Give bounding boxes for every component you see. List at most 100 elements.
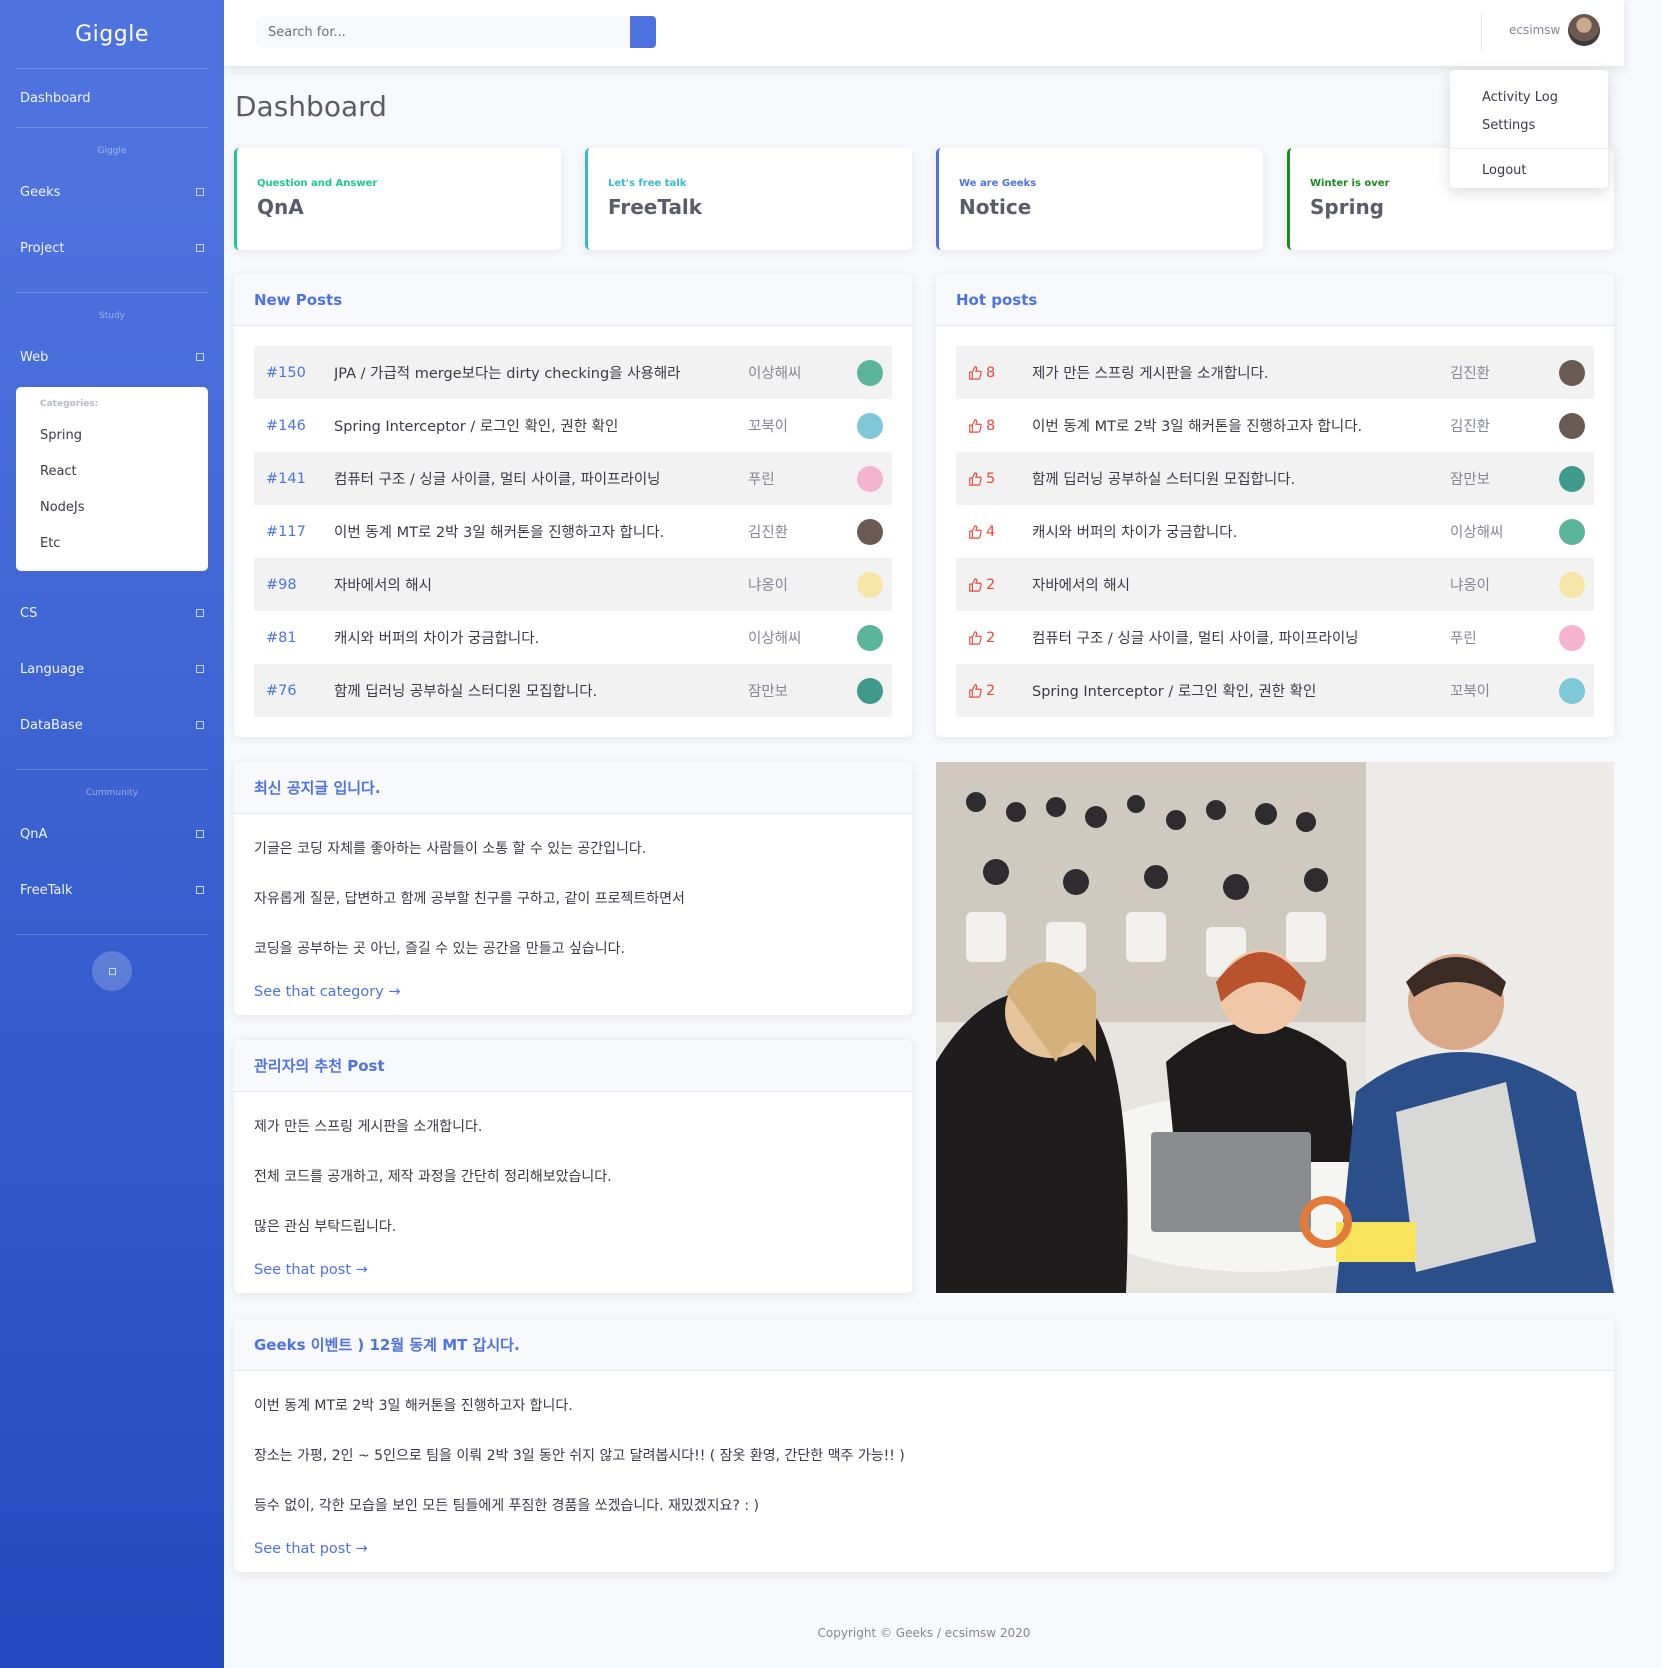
see-post-link[interactable]: See that post → [254, 1541, 1594, 1557]
post-author: 김진환 [1450, 366, 1491, 382]
table-row[interactable]: #141 컴퓨터 구조 / 싱글 사이클, 멀티 사이클, 파이프라이닝 푸린 [254, 452, 892, 505]
table-row[interactable]: 2 자바에서의 해시 냐옹이 [956, 558, 1594, 611]
post-author: 김진환 [1450, 419, 1491, 435]
post-id[interactable]: #150 [254, 365, 334, 381]
avatar-wrap [848, 624, 892, 651]
post-id[interactable]: #141 [254, 471, 334, 487]
avatar [857, 518, 883, 545]
post-title[interactable]: 컴퓨터 구조 / 싱글 사이클, 멀티 사이클, 파이프라이닝 [334, 468, 748, 489]
avatar [1559, 359, 1585, 386]
sidebar-item-label: CS [20, 605, 38, 621]
stat-value: FreeTalk [608, 195, 703, 219]
sidebar-item-cs[interactable]: CS [0, 585, 224, 641]
new-posts-card: New Posts #150 JPA / 가급적 merge보다는 dirty c… [234, 274, 912, 737]
avatar-wrap [848, 677, 892, 704]
post-id[interactable]: #146 [254, 418, 334, 434]
table-row[interactable]: 8 제가 만든 스프링 게시판을 소개합니다. 김진환 [956, 346, 1594, 399]
submenu-item-nodejs[interactable]: NodeJs [16, 491, 208, 527]
sidebar-item-database[interactable]: DataBase [0, 697, 224, 753]
photo-carousel[interactable] [936, 762, 1614, 1293]
like-count: 2 [956, 630, 1032, 646]
table-row[interactable]: 5 함께 딥러닝 공부하실 스터디원 모집합니다. 잠만보 [956, 452, 1594, 505]
toggle-icon [108, 967, 116, 975]
post-id[interactable]: #76 [254, 683, 334, 699]
post-title[interactable]: 함께 딥러닝 공부하실 스터디원 모집합니다. [1032, 468, 1450, 489]
submenu-item-etc[interactable]: Etc [16, 527, 208, 563]
sidebar-item-qna[interactable]: QnA [0, 806, 224, 862]
web-submenu: Categories: Spring React NodeJs Etc [16, 387, 208, 571]
post-title[interactable]: 캐시와 버퍼의 차이가 궁금합니다. [334, 627, 748, 648]
event-card: Geeks 이벤트 ) 12월 동계 MT 갑시다. 이번 동계 MT로 2박 … [234, 1319, 1614, 1572]
table-row[interactable]: 8 이번 동계 MT로 2박 3일 해커톤을 진행하고자 합니다. 김진환 [956, 399, 1594, 452]
table-row[interactable]: 2 컴퓨터 구조 / 싱글 사이클, 멀티 사이클, 파이프라이닝 푸린 [956, 611, 1594, 664]
post-id[interactable]: #98 [254, 577, 334, 593]
sidebar-item-freetalk[interactable]: FreeTalk [0, 862, 224, 918]
avatar [1559, 412, 1585, 439]
table-row[interactable]: #98 자바에서의 해시 냐옹이 [254, 558, 892, 611]
dropdown-logout[interactable]: Logout [1450, 157, 1608, 185]
thumbs-up-icon [969, 683, 982, 698]
brand-logo[interactable]: Giggle [0, 0, 224, 68]
avatar-wrap [848, 412, 892, 439]
sidebar-item-geeks[interactable]: Geeks [0, 164, 224, 220]
stat-card-freetalk[interactable]: Let's free talk FreeTalk [585, 148, 912, 250]
sidebar-item-language[interactable]: Language [0, 641, 224, 697]
post-title[interactable]: 제가 만든 스프링 게시판을 소개합니다. [1032, 362, 1450, 383]
dropdown-activity-log[interactable]: Activity Log [1450, 84, 1608, 112]
table-row[interactable]: 4 캐시와 버퍼의 차이가 궁금합니다. 이상해씨 [956, 505, 1594, 558]
see-category-link[interactable]: See that category → [254, 984, 892, 1000]
table-row[interactable]: #150 JPA / 가급적 merge보다는 dirty checking을 사… [254, 346, 892, 399]
hot-posts-list: 8 제가 만든 스프링 게시판을 소개합니다. 김진환 8 이번 동계 MT로 2박 3… [936, 326, 1614, 733]
post-title[interactable]: Spring Interceptor / 로그인 확인, 권한 확인 [334, 415, 748, 436]
post-title[interactable]: 자바에서의 해시 [1032, 574, 1450, 595]
card-title: 관리자의 추천 Post [234, 1040, 912, 1092]
post-id[interactable]: #117 [254, 524, 334, 540]
notice-card: 최신 공지글 입니다. 기글은 코딩 자체를 좋아하는 사람들이 소통 할 수 … [234, 762, 912, 1015]
username: ecsimsw [1509, 23, 1561, 37]
search-button[interactable] [630, 16, 656, 48]
like-count-value: 4 [986, 523, 996, 540]
like-count: 5 [956, 471, 1032, 487]
sidebar-item-project[interactable]: Project [0, 220, 224, 276]
table-row[interactable]: #81 캐시와 버퍼의 차이가 궁금합니다. 이상해씨 [254, 611, 892, 664]
post-title[interactable]: 컴퓨터 구조 / 싱글 사이클, 멀티 사이클, 파이프라이닝 [1032, 627, 1450, 648]
like-count: 8 [956, 418, 1032, 434]
table-row[interactable]: #146 Spring Interceptor / 로그인 확인, 권한 확인 꼬북… [254, 399, 892, 452]
submenu-item-react[interactable]: React [16, 455, 208, 491]
avatar-wrap [1550, 412, 1594, 439]
user-menu[interactable]: ecsimsw [1509, 14, 1601, 46]
post-title[interactable]: 이번 동계 MT로 2박 3일 해커톤을 진행하고자 합니다. [334, 521, 748, 542]
square-icon [196, 244, 204, 252]
post-title[interactable]: 이번 동계 MT로 2박 3일 해커톤을 진행하고자 합니다. [1032, 415, 1450, 436]
card-title: New Posts [234, 274, 912, 326]
post-id[interactable]: #81 [254, 630, 334, 646]
table-row[interactable]: #117 이번 동계 MT로 2박 3일 해커톤을 진행하고자 합니다. 김진환 [254, 505, 892, 558]
dropdown-divider [1450, 148, 1608, 149]
sidebar-item-web[interactable]: Web [0, 329, 224, 385]
avatar [857, 677, 883, 704]
submenu-item-spring[interactable]: Spring [16, 419, 208, 455]
post-title[interactable]: 캐시와 버퍼의 차이가 궁금합니다. [1032, 521, 1450, 542]
square-icon [196, 353, 204, 361]
stat-card-notice[interactable]: We are Geeks Notice [936, 148, 1263, 250]
table-row[interactable]: #76 함께 딥러닝 공부하실 스터디원 모집합니다. 잠만보 [254, 664, 892, 717]
post-title[interactable]: 자바에서의 해시 [334, 574, 748, 595]
thumbs-up-icon [969, 471, 982, 486]
search-input[interactable] [256, 16, 630, 48]
sidebar-item-dashboard[interactable]: Dashboard [0, 69, 224, 127]
post-author: 냐옹이 [748, 578, 789, 594]
sidebar-toggle-button[interactable] [92, 951, 132, 991]
post-title[interactable]: JPA / 가급적 merge보다는 dirty checking을 사용해라 [334, 362, 748, 383]
avatar [857, 624, 883, 651]
sidebar-item-label: Project [20, 240, 65, 256]
table-row[interactable]: 2 Spring Interceptor / 로그인 확인, 권한 확인 꼬북이 [956, 664, 1594, 717]
thumbs-up-icon [969, 524, 982, 539]
like-count: 2 [956, 577, 1032, 593]
post-title[interactable]: 함께 딥러닝 공부하실 스터디원 모집합니다. [334, 680, 748, 701]
stat-card-qna[interactable]: Question and Answer QnA [234, 148, 561, 250]
dropdown-settings[interactable]: Settings [1450, 112, 1608, 140]
like-count-value: 2 [986, 629, 996, 646]
see-post-link[interactable]: See that post → [254, 1262, 892, 1278]
post-title[interactable]: Spring Interceptor / 로그인 확인, 권한 확인 [1032, 680, 1450, 701]
avatar-wrap [1550, 465, 1594, 492]
